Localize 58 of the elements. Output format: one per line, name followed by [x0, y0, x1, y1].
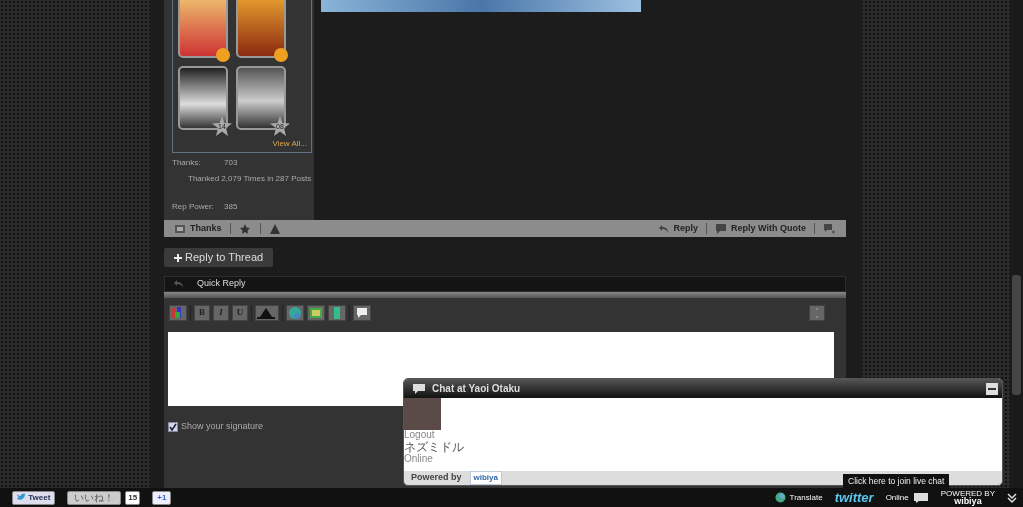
speech-bubble-icon: [354, 305, 370, 321]
thanked-text: Thanked 2,079 Times in 287 Posts: [188, 173, 313, 185]
speech-bubble-icon: [715, 222, 728, 235]
speech-bubble-plus-icon[interactable]: [823, 222, 836, 235]
globe-icon: [287, 305, 303, 321]
stat-label: Thanks:: [172, 157, 202, 169]
quick-reply-title: Quick Reply: [197, 277, 246, 291]
wibiya-logo[interactable]: wibiya: [469, 471, 502, 485]
wibiya-badge[interactable]: POWERED BY wibiya: [940, 490, 995, 505]
toolbar-button[interactable]: [255, 305, 279, 321]
warning-icon[interactable]: [268, 222, 282, 235]
scrollbar-thumb[interactable]: [1012, 275, 1021, 395]
stat-label: Rep Power:: [172, 201, 215, 213]
star-icon[interactable]: [238, 222, 252, 235]
image-icon: [308, 305, 324, 321]
online-chat-button[interactable]: Online: [885, 491, 929, 504]
tweet-button[interactable]: Tweet: [12, 490, 56, 505]
bird-icon: [17, 493, 26, 502]
signature-checkbox[interactable]: [168, 421, 178, 432]
format-button[interactable]: U: [232, 305, 248, 321]
format-button[interactable]: B: [194, 305, 210, 321]
view-all-link[interactable]: View All...: [178, 138, 307, 150]
toolbar-button[interactable]: [353, 305, 371, 321]
toolbar-button[interactable]: [328, 305, 346, 321]
globe-icon: [774, 492, 786, 503]
plus-icon: [174, 254, 182, 263]
scrollbar[interactable]: [1010, 0, 1023, 488]
signature-label: Show your signature: [181, 420, 264, 433]
collapse-button[interactable]: [809, 305, 825, 321]
thanks-button[interactable]: Thanks: [174, 221, 222, 236]
reply-button[interactable]: Reply: [657, 221, 699, 236]
thanks-icon: [174, 222, 186, 235]
speech-bubble-icon: [912, 491, 929, 504]
chat-status: Online: [404, 453, 434, 464]
dots-icon: [813, 306, 821, 320]
toolbar-button[interactable]: [286, 305, 304, 321]
format-button[interactable]: I: [213, 305, 229, 321]
powered-by-label: Powered by: [411, 471, 462, 485]
logout-link[interactable]: Logout: [404, 430, 1002, 441]
user-photo-placeholder: [404, 398, 441, 430]
plus-one-button[interactable]: +1: [152, 490, 172, 505]
reply-with-quote-button[interactable]: Reply With Quote: [715, 221, 806, 236]
stat-value: 703: [224, 157, 238, 169]
reply-arrow-icon: [173, 279, 185, 289]
stat-value: 385: [224, 201, 238, 213]
reply-to-thread-button[interactable]: Reply to Thread: [164, 248, 274, 267]
like-button[interactable]: いいね！: [67, 490, 122, 505]
like-count: 15: [125, 490, 141, 505]
twitter-logo[interactable]: twitter: [834, 487, 874, 507]
translate-button[interactable]: Translate: [774, 491, 823, 504]
speech-bubble-icon: [412, 382, 426, 395]
chat-username: ネズミドル: [404, 440, 465, 454]
double-chevron-icon[interactable]: [1007, 491, 1017, 504]
tooltip: Click here to join live chat: [843, 474, 950, 489]
checkmark-icon: [169, 422, 177, 431]
chat-title: Chat at Yaoi Otaku: [432, 382, 522, 396]
minimize-icon[interactable]: [986, 382, 998, 395]
toolbar-button[interactable]: [307, 305, 325, 321]
